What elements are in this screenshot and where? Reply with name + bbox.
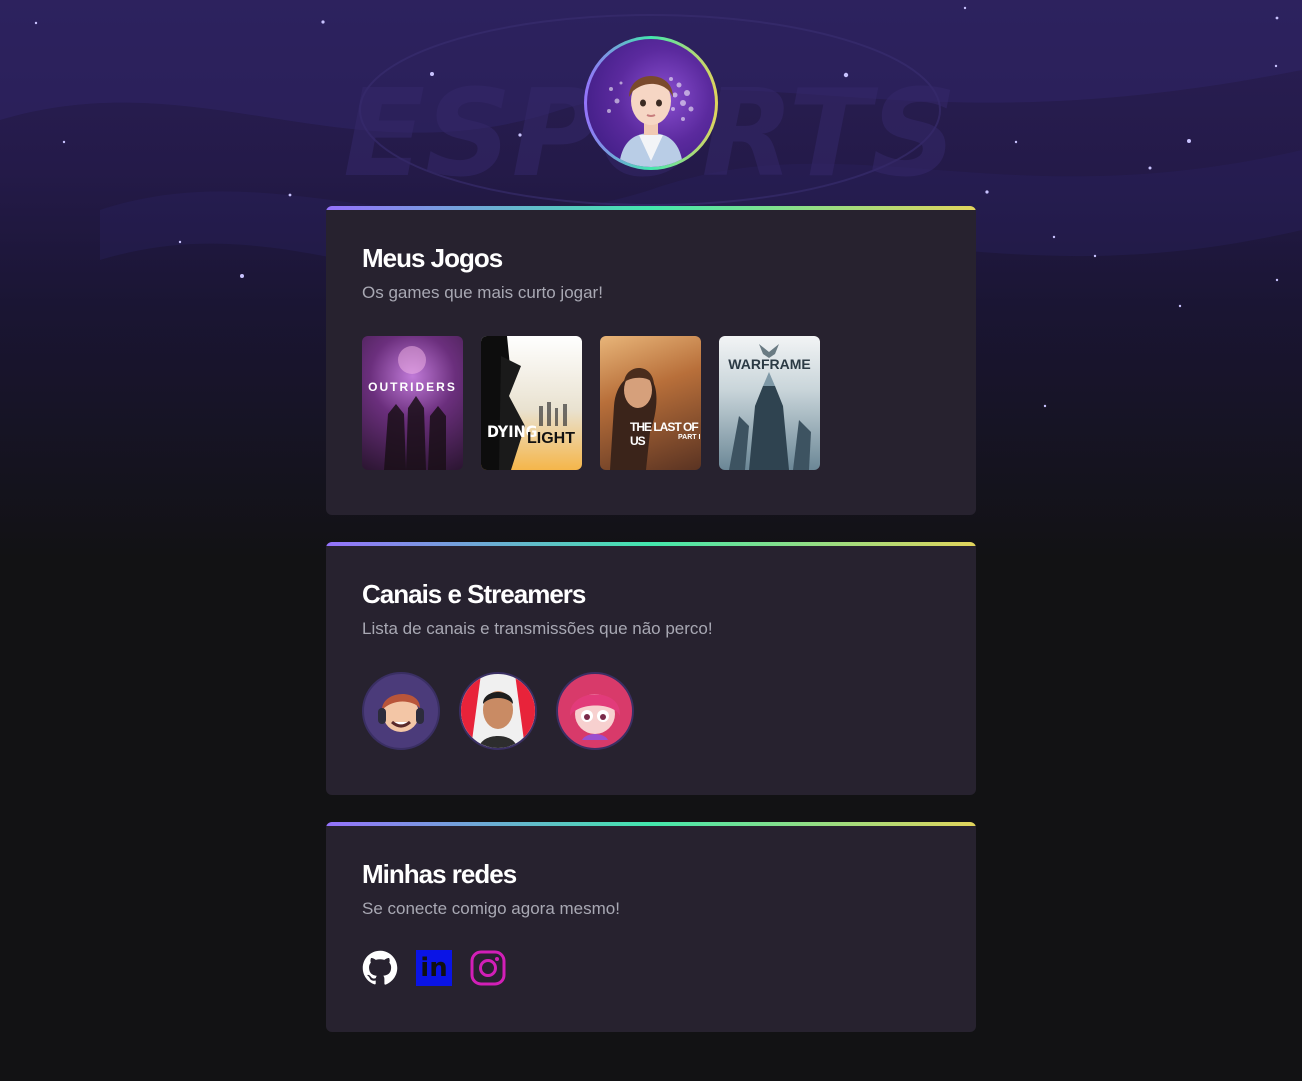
linkedin-icon: in	[420, 953, 448, 983]
instagram-link[interactable]	[470, 950, 506, 986]
game-dying-light[interactable]: DYING LIGHT	[481, 336, 582, 470]
tlou-subtitle: PART I	[678, 434, 701, 441]
github-link[interactable]	[362, 950, 398, 986]
games-title: Meus Jogos	[362, 243, 503, 273]
instagram-icon	[470, 950, 506, 986]
streamers-subtitle: Lista de canais e transmissões que não p…	[362, 619, 713, 638]
streamers-title: Canais e Streamers	[362, 579, 586, 609]
socials-title: Minhas redes	[362, 859, 517, 889]
profile-avatar[interactable]	[584, 36, 718, 170]
socials-card: Minhas redes Se conecte comigo agora mes…	[326, 822, 976, 1032]
game-warframe[interactable]: WARFRAME	[719, 336, 820, 470]
streamers-card: Canais e Streamers Lista de canais e tra…	[326, 542, 976, 795]
linkedin-link[interactable]: in	[416, 950, 452, 986]
games-list: OUTRIDERS DYING LIGHT THE LAST OF US PAR…	[362, 336, 940, 470]
streamers-list	[362, 672, 940, 750]
the-last-of-us-cover	[610, 368, 657, 470]
socials-list: in	[362, 950, 940, 986]
games-card: Meus Jogos Os games que mais curto jogar…	[326, 206, 976, 515]
dying-light-title-b: LIGHT	[527, 430, 575, 447]
github-icon	[362, 950, 398, 985]
streamer-avatar-2[interactable]	[459, 672, 537, 750]
games-subtitle: Os games que mais curto jogar!	[362, 283, 603, 302]
outriders-title: OUTRIDERS	[368, 380, 457, 394]
outriders-cover	[384, 346, 446, 470]
streamer-avatar-1[interactable]	[362, 672, 440, 750]
streamer-avatar-3[interactable]	[556, 672, 634, 750]
profile-avatar-image	[587, 39, 715, 167]
dying-light-cover	[481, 336, 567, 470]
game-outriders[interactable]: OUTRIDERS	[362, 336, 463, 470]
socials-subtitle: Se conecte comigo agora mesmo!	[362, 899, 620, 918]
warframe-title: WARFRAME	[728, 356, 811, 372]
game-the-last-of-us[interactable]: THE LAST OF US PART I	[600, 336, 701, 470]
